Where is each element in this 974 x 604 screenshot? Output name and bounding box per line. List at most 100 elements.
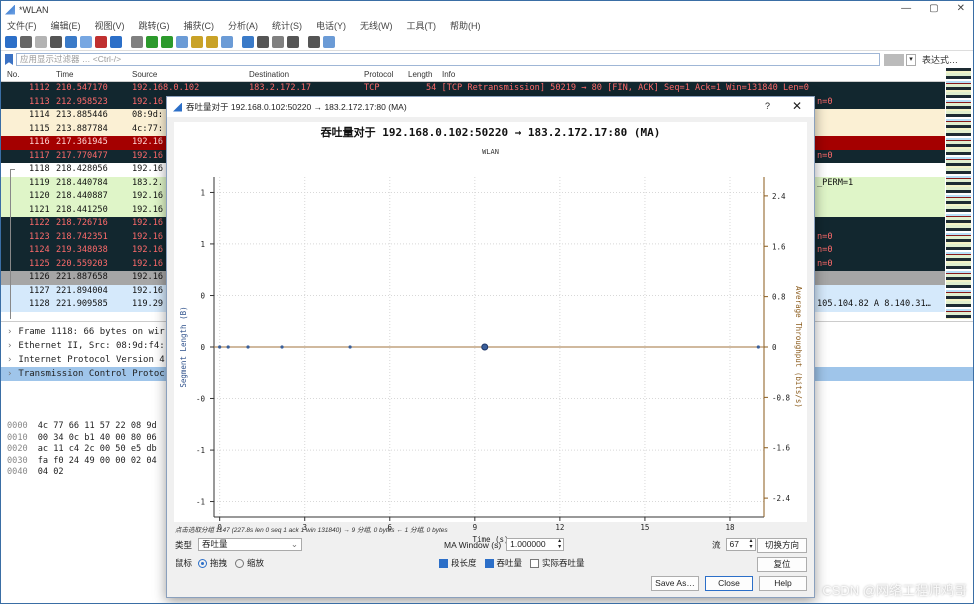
resize-icon[interactable] [308,35,320,48]
goodput-checkbox[interactable] [530,558,540,568]
filter-dropdown-icon[interactable]: ▾ [906,53,916,66]
display-filter-input[interactable]: 应用显示过滤器 … <Ctrl-/> [16,53,880,66]
dialog-close-icon[interactable]: ✕ [792,99,802,113]
save-as-button[interactable]: Save As… [651,576,699,591]
goto-icon[interactable] [176,35,188,48]
cell-src: 08:9d: [132,110,164,120]
segment-length-checkbox[interactable] [439,558,448,568]
hex-row[interactable]: 0020 ac 11 c4 2c 00 50 e5 db [1,444,171,456]
find-icon[interactable] [131,35,143,48]
cell-no: 1117 [29,150,50,161]
close-icon[interactable]: ✕ [957,3,965,14]
expression-button[interactable]: 表达式… [922,53,958,66]
col-length[interactable]: Length [408,70,432,79]
reset-button[interactable]: 复位 [757,557,807,572]
segment-point [280,345,284,349]
maximize-icon[interactable]: ▢ [929,3,938,14]
shark-fin-start-icon[interactable] [5,35,17,48]
segment-point [226,345,230,349]
cell-src: 192.16 [132,231,164,242]
cell-no: 1122 [29,218,50,228]
col-info[interactable]: Info [442,70,455,79]
chevron-right-icon[interactable]: › [7,369,12,379]
hex-row[interactable]: 0010 00 34 0c b1 40 00 80 06 [1,433,171,445]
chevron-right-icon[interactable]: › [7,327,12,337]
throughput-checkbox[interactable] [484,558,494,568]
normal-size-icon[interactable] [287,35,299,48]
menu-item[interactable]: 帮助(H) [450,19,481,32]
menu-item[interactable]: 视图(V) [95,19,125,32]
stream-number-input[interactable]: 67 ▴ ▾ [725,538,756,551]
hex-row[interactable]: 0040 04 02 [1,467,171,479]
menu-bar: 文件(F) 编辑(E) 视图(V) 跳转(G) 捕获(C) 分析(A) 统计(S) 电话(Y)… [1,18,973,33]
menu-item[interactable]: 跳转(G) [139,19,170,32]
autoscroll-icon[interactable] [221,35,233,48]
last-icon[interactable] [206,35,218,48]
dialog-title-bar: 吞吐量对于 192.168.0.102:50220 → 183.2.172.17… [167,97,814,117]
menu-item[interactable]: 电话(Y) [316,19,346,32]
cell-time: 220.559203 [56,258,108,269]
forward-icon[interactable] [161,35,173,48]
restart-icon[interactable] [35,35,47,48]
cell-time: 221.887658 [56,272,108,282]
cell-no: 1128 [29,299,50,309]
segment-point [348,345,352,349]
first-icon[interactable] [191,35,203,48]
menu-item[interactable]: 编辑(E) [51,19,81,32]
graph-type-select[interactable]: 吞吐量 ⌄ [198,538,303,551]
spinner-icon[interactable]: ▴ ▾ [558,538,561,550]
zoom-out-icon[interactable] [272,35,284,48]
close-file-icon[interactable] [95,35,107,48]
cell-no: 1120 [29,191,50,201]
apply-filter-button[interactable] [884,53,904,66]
columns-icon[interactable] [323,35,335,48]
chevron-right-icon[interactable]: › [7,341,12,351]
spinner-icon[interactable]: ▴ ▾ [750,538,753,550]
minimize-icon[interactable]: — [901,3,911,14]
menu-item[interactable]: 统计(S) [272,19,302,32]
cell-no: 1127 [29,285,50,296]
col-destination[interactable]: Destination [249,70,289,79]
stop-icon[interactable] [20,35,32,48]
x-tick-label: 9 [473,523,478,532]
col-no[interactable]: No. [7,70,19,79]
hex-bytes: 4c 77 66 11 57 22 08 9d [37,421,157,431]
bookmark-icon[interactable] [5,54,13,65]
cell-info: _PERM=1 [817,177,854,188]
col-source[interactable]: Source [132,70,157,79]
help-button[interactable]: Help [759,576,807,591]
table-row[interactable]: 1112 210.547170 192.168.0.102 183.2.172.17 T… [1,82,945,96]
cell-no: 1126 [29,272,50,282]
zoom-radio[interactable] [235,558,245,568]
open-icon[interactable] [65,35,77,48]
options-icon[interactable] [50,35,62,48]
hex-row[interactable]: 0000 4c 77 66 11 57 22 08 9d [1,421,171,433]
zoom-in-icon[interactable] [257,35,269,48]
save-icon[interactable] [80,35,92,48]
packet-minimap[interactable] [946,68,971,319]
menu-item[interactable]: 工具(T) [407,19,437,32]
colorize-icon[interactable] [242,35,254,48]
back-icon[interactable] [146,35,158,48]
ma-window-input[interactable]: 1.000000 ▴ ▾ [506,538,565,551]
help-icon[interactable]: ? [765,101,770,111]
menu-item[interactable]: 分析(A) [228,19,258,32]
chevron-down-icon: ⌄ [290,539,299,549]
hex-bytes: 00 34 0c b1 40 00 80 06 [37,432,157,443]
y2-tick-label: -1.6 [772,444,791,453]
ma-window-value: 1.000000 [510,539,546,549]
col-protocol[interactable]: Protocol [364,70,393,79]
reload-icon[interactable] [110,35,122,48]
menu-item[interactable]: 捕获(C) [184,19,215,32]
goodput-label: 实际吞吐量 [542,558,585,568]
switch-direction-button[interactable]: 切换方向 [757,538,807,553]
cell-time: 212.958523 [56,96,108,107]
col-time[interactable]: Time [56,70,73,79]
close-button[interactable]: Close [705,576,753,591]
menu-item[interactable]: 文件(F) [7,19,37,32]
hex-row[interactable]: 0030 fa f0 24 49 00 00 02 04 [1,456,171,468]
menu-item[interactable]: 无线(W) [360,19,393,32]
drag-radio[interactable] [198,558,208,568]
chevron-right-icon[interactable]: › [7,355,12,365]
hex-offset: 0000 [7,421,28,431]
